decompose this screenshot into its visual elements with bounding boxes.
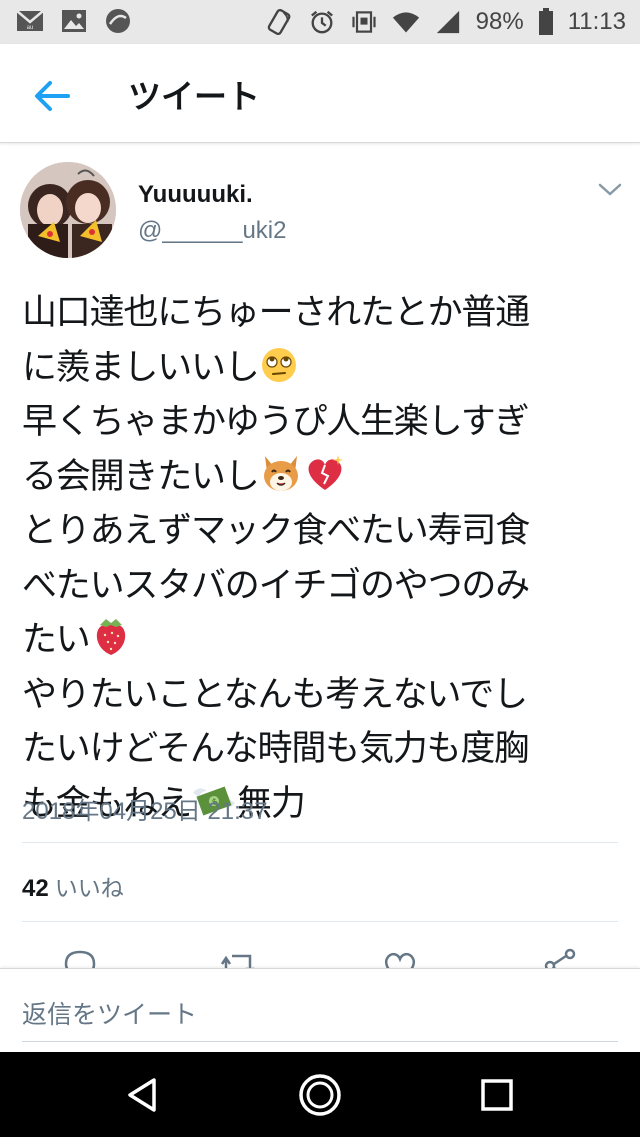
page-title: ツイート bbox=[128, 77, 260, 116]
shiba-dog-emoji bbox=[263, 455, 298, 491]
tweet-line: 早くちゃまかゆうぴ人生楽しすぎ bbox=[22, 402, 530, 442]
reply-underline bbox=[22, 1041, 618, 1042]
likes-count: 42 bbox=[22, 875, 49, 902]
back-arrow-icon[interactable] bbox=[28, 72, 76, 120]
clock: 11:13 bbox=[567, 8, 626, 35]
tweet-actions bbox=[0, 940, 640, 970]
share-icon[interactable] bbox=[540, 946, 580, 970]
app-icon bbox=[106, 9, 130, 33]
navigation-bar bbox=[0, 1052, 640, 1137]
svg-text:au: au bbox=[27, 25, 34, 31]
nav-back-icon[interactable] bbox=[120, 1072, 166, 1118]
status-bar: au 98% 11:13 bbox=[0, 0, 640, 44]
divider bbox=[22, 921, 618, 922]
retweet-icon[interactable] bbox=[218, 946, 258, 970]
reply-bar: 返信をツイート bbox=[0, 968, 640, 1053]
divider bbox=[22, 842, 618, 843]
tweet-line: たいけどそんな時間も気力も度胸 bbox=[22, 729, 529, 769]
tweet-line: に羨ましいいし bbox=[22, 347, 260, 388]
app-bar: ツイート bbox=[0, 44, 640, 143]
reply-input[interactable]: 返信をツイート bbox=[22, 995, 197, 1031]
tweet-line: べたいスタバのイチゴのやつのみ bbox=[22, 565, 530, 606]
tweet-line: やりたいことなんも考えないでし bbox=[22, 674, 528, 715]
alarm-icon bbox=[310, 10, 333, 34]
tweet-line: る会開きたいし bbox=[22, 456, 260, 497]
strawberry-emoji bbox=[96, 619, 125, 655]
avatar[interactable] bbox=[20, 162, 116, 258]
tweet-line: たい bbox=[22, 620, 91, 660]
battery-icon bbox=[538, 8, 553, 35]
vibrate-icon bbox=[352, 11, 376, 33]
mail-icon: au bbox=[16, 10, 44, 31]
like-icon[interactable] bbox=[380, 946, 420, 970]
reply-icon[interactable] bbox=[60, 946, 100, 970]
battery-percentage: 98% bbox=[475, 8, 524, 35]
nav-recents-icon[interactable] bbox=[474, 1072, 520, 1118]
nfc-icon bbox=[267, 9, 291, 35]
sparkling-heart-emoji bbox=[308, 454, 343, 490]
image-icon bbox=[62, 10, 86, 32]
likes-label: いいね bbox=[54, 876, 124, 902]
tweet-timestamp: 2018年04月25日 21:37 bbox=[22, 798, 268, 825]
user-handle[interactable]: @______uki2 bbox=[138, 217, 286, 245]
tweet-text: 山口達也にちゅーされたとか普通 に羨ましいいし 早くちゃまかゆうぴ人生楽しすぎ … bbox=[22, 286, 622, 831]
signal-icon bbox=[436, 10, 459, 34]
eye-roll-emoji bbox=[261, 347, 296, 382]
tweet-line: 山口達也にちゅーされたとか普通 bbox=[22, 293, 530, 333]
tweet-line: とりあえずマック食べたい寿司食 bbox=[22, 511, 530, 551]
chevron-down-icon[interactable] bbox=[596, 180, 624, 200]
nav-home-icon[interactable] bbox=[297, 1072, 343, 1118]
likes-summary[interactable]: 42 いいね bbox=[22, 869, 124, 903]
wifi-icon bbox=[392, 12, 419, 33]
display-name[interactable]: Yuuuuuki. bbox=[138, 181, 253, 209]
